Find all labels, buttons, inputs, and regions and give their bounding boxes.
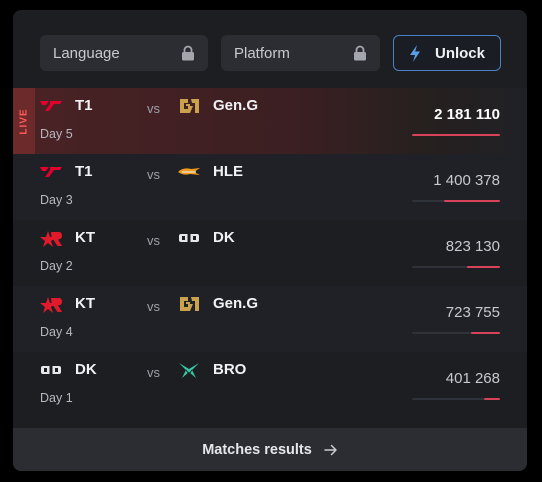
unlock-button[interactable]: Unlock	[393, 35, 501, 71]
viewer-count: 1 400 378	[433, 172, 500, 189]
vs-label: vs	[147, 101, 160, 116]
match-list: LIVE T1 vs Gen.G Day 5 2 181 110 T1 vs HLE Day 3 1…	[13, 88, 527, 418]
arrow-right-icon	[324, 444, 337, 455]
team2-name: BRO	[213, 361, 247, 378]
match-day: Day 4	[40, 325, 73, 339]
viewership-card: Language Platform Unlock LIVE T1 vs Gen.G Da…	[13, 10, 527, 471]
team2-name: Gen.G	[213, 295, 259, 312]
vs-label: vs	[147, 365, 160, 380]
vs-label: vs	[147, 233, 160, 248]
match-day: Day 3	[40, 193, 73, 207]
team2-logo	[179, 363, 199, 378]
viewer-share-bar	[412, 266, 500, 268]
viewer-count: 723 755	[445, 304, 500, 321]
viewer-share-bar	[412, 134, 500, 136]
live-badge: LIVE	[13, 88, 35, 154]
team1-name: KT	[75, 295, 95, 312]
lock-icon	[182, 45, 194, 61]
unlock-button-label: Unlock	[434, 44, 485, 62]
viewer-count: 823 130	[445, 238, 500, 255]
team1-name: T1	[75, 97, 93, 114]
team1-logo	[40, 231, 62, 247]
viewer-share-fill	[443, 200, 500, 202]
viewer-share-bar	[412, 200, 500, 202]
team1-logo	[40, 297, 62, 313]
match-day: Day 2	[40, 259, 73, 273]
matches-results-link[interactable]: Matches results	[13, 428, 527, 471]
team2-logo	[179, 234, 199, 242]
vs-label: vs	[147, 299, 160, 314]
match-row[interactable]: KT vs Gen.G Day 4 723 755	[13, 286, 527, 352]
team2-name: HLE	[213, 163, 243, 180]
platform-filter-label: Platform	[234, 44, 290, 62]
match-row[interactable]: KT vs DK Day 2 823 130	[13, 220, 527, 286]
filter-bar: Language Platform Unlock	[40, 35, 501, 71]
team1-name: DK	[75, 361, 97, 378]
viewer-count: 2 181 110	[434, 106, 500, 123]
match-row[interactable]: LIVE T1 vs Gen.G Day 5 2 181 110	[13, 88, 527, 154]
team1-name: KT	[75, 229, 95, 246]
language-filter-label: Language	[53, 44, 120, 62]
vs-label: vs	[147, 167, 160, 182]
viewer-share-fill	[412, 134, 500, 136]
live-badge-label: LIVE	[18, 107, 30, 135]
language-filter[interactable]: Language	[40, 35, 208, 71]
viewer-share-fill	[484, 398, 500, 400]
team2-logo	[180, 99, 199, 113]
lightning-icon	[409, 44, 420, 62]
match-day: Day 5	[40, 127, 73, 141]
team1-name: T1	[75, 163, 93, 180]
team2-logo	[180, 297, 199, 311]
viewer-share-bar	[412, 332, 500, 334]
match-day: Day 1	[40, 391, 73, 405]
match-row[interactable]: DK vs BRO Day 1 401 268	[13, 352, 527, 418]
viewer-share-bar	[412, 398, 500, 400]
team2-name: Gen.G	[213, 97, 259, 114]
platform-filter[interactable]: Platform	[221, 35, 380, 71]
match-row[interactable]: T1 vs HLE Day 3 1 400 378	[13, 154, 527, 220]
team2-logo	[178, 168, 200, 175]
viewer-count: 401 268	[445, 370, 500, 387]
viewer-share-fill	[466, 266, 500, 268]
team1-logo	[40, 101, 62, 111]
lock-icon	[354, 45, 366, 61]
team1-logo	[40, 167, 62, 177]
matches-results-label: Matches results	[202, 441, 312, 458]
viewer-share-fill	[470, 332, 500, 334]
team2-name: DK	[213, 229, 235, 246]
team1-logo	[41, 366, 61, 374]
